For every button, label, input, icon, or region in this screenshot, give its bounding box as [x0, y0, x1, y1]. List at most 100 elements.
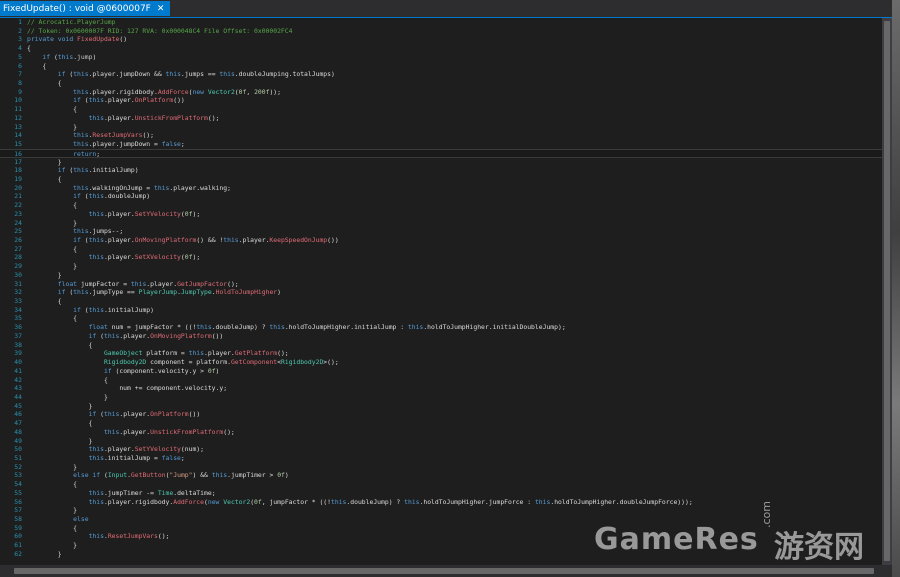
- code-line[interactable]: 43 num += component.velocity.y;: [0, 384, 882, 393]
- code-token: "Jump": [169, 471, 193, 480]
- code-line[interactable]: 8 {: [0, 79, 882, 88]
- code-line[interactable]: 57 }: [0, 506, 882, 515]
- code-line[interactable]: 18 if (this.initialJump): [0, 166, 882, 175]
- code-line[interactable]: 36 float num = jumpFactor * ((!this.doub…: [0, 323, 882, 332]
- code-line[interactable]: 27 {: [0, 245, 882, 254]
- code-token: ;: [180, 140, 185, 149]
- code-line[interactable]: 15 this.player.jumpDown = false;: [0, 140, 882, 149]
- code-line[interactable]: 55 this.jumpTimer -= Time.deltaTime;: [0, 489, 882, 498]
- code-line[interactable]: 46 if (this.player.OnPlatform()): [0, 410, 882, 419]
- code-line[interactable]: 50 this.player.SetYVelocity(num);: [0, 445, 882, 454]
- code-line[interactable]: 34 if (this.initialJump): [0, 306, 882, 315]
- code-line[interactable]: 28 this.player.SetXVelocity(0f);: [0, 253, 882, 262]
- horizontal-scrollbar[interactable]: [0, 565, 892, 577]
- code-line[interactable]: 33 {: [0, 297, 882, 306]
- code-token: this: [331, 497, 347, 506]
- code-line[interactable]: 24 }: [0, 219, 882, 228]
- code-token: {: [27, 244, 78, 253]
- line-number: 8: [18, 79, 22, 88]
- vertical-scrollbar[interactable]: [882, 18, 892, 565]
- code-line[interactable]: 48 this.player.UnstickFromPlatform();: [0, 428, 882, 437]
- code-line[interactable]: 35 {: [0, 314, 882, 323]
- code-token: this: [534, 497, 551, 506]
- code-token: .doubleJump) ?: [211, 323, 270, 332]
- code-line[interactable]: 20 this.walkingOnJump = this.player.walk…: [0, 184, 882, 193]
- line-number: 31: [14, 279, 22, 288]
- code-line[interactable]: 21 if (this.doubleJump): [0, 192, 882, 201]
- code-line[interactable]: 19 {: [0, 175, 882, 184]
- code-line[interactable]: 23 this.player.SetYVelocity(0f);: [0, 210, 882, 219]
- code-text: {: [27, 201, 77, 210]
- code-line[interactable]: 29 }: [0, 262, 882, 271]
- code-token: }: [27, 462, 78, 471]
- code-text: private void FixedUpdate(): [27, 35, 127, 44]
- code-line[interactable]: 7 if (this.player.jumpDown && this.jumps…: [0, 70, 882, 79]
- code-line[interactable]: 38 {: [0, 341, 882, 350]
- code-token: .player.rigidbody.: [103, 497, 174, 506]
- line-number: 34: [14, 305, 22, 314]
- code-line[interactable]: 2 // Token: 0x0600007F RID: 127 RVA: 0x00…: [0, 27, 882, 36]
- code-line[interactable]: 25 this.jumps--;: [0, 227, 882, 236]
- code-line[interactable]: 14 this.ResetJumpVars();: [0, 131, 882, 140]
- code-line[interactable]: 41 if (component.velocity.y > 0f): [0, 367, 882, 376]
- code-line[interactable]: 11 {: [0, 105, 882, 114]
- code-line[interactable]: 31 float jumpFactor = this.player.GetJum…: [0, 280, 882, 289]
- code-line[interactable]: 5 if (this.jump): [0, 53, 882, 62]
- code-editor[interactable]: 1 // Acrocatic.PlayerJump 2 // Token: 0x060…: [0, 18, 882, 565]
- code-token: ()): [211, 331, 224, 340]
- code-line[interactable]: 17 }: [0, 158, 882, 167]
- code-token: .jumpTimer -=: [103, 488, 158, 497]
- code-token: PlayerJump: [138, 288, 178, 297]
- code-line[interactable]: 47 {: [0, 419, 882, 428]
- code-text: {: [27, 245, 77, 254]
- code-line[interactable]: 12 this.player.UnstickFromPlatform();: [0, 114, 882, 123]
- vertical-scrollbar-thumb[interactable]: [884, 21, 890, 561]
- code-line[interactable]: 54 {: [0, 480, 882, 489]
- code-token: AddForce: [157, 87, 189, 96]
- code-line[interactable]: 16 return;: [0, 148, 882, 158]
- code-token: {: [27, 314, 78, 323]
- code-line[interactable]: 4{: [0, 44, 882, 53]
- code-line[interactable]: 45 }: [0, 402, 882, 411]
- horizontal-scrollbar-thumb[interactable]: [14, 568, 874, 574]
- line-number: 32: [14, 288, 22, 297]
- code-text: }: [27, 437, 93, 446]
- code-line[interactable]: 40 Rigidbody2D component = platform.GetC…: [0, 358, 882, 367]
- code-token: ();: [227, 279, 239, 288]
- code-token: );: [192, 253, 201, 262]
- code-line[interactable]: 1 // Acrocatic.PlayerJump: [0, 18, 882, 27]
- code-line[interactable]: 30 }: [0, 271, 882, 280]
- code-token: }: [27, 506, 78, 515]
- code-token: if: [42, 52, 54, 61]
- code-line[interactable]: 26 if (this.player.OnMovingPlatform() &&…: [0, 236, 882, 245]
- code-line[interactable]: 9 this.player.rigidbody.AddForce(new Vec…: [0, 88, 882, 97]
- code-token: .player.: [103, 113, 135, 122]
- code-line[interactable]: 49 }: [0, 437, 882, 446]
- code-line[interactable]: 51 this.initialJump = false;: [0, 454, 882, 463]
- code-line[interactable]: 32 if (this.jumpType == PlayerJump.JumpT…: [0, 288, 882, 297]
- code-line[interactable]: 3 private void FixedUpdate(): [0, 35, 882, 44]
- code-line[interactable]: 39 GameObject platform = this.player.Get…: [0, 349, 882, 358]
- code-token: if: [88, 331, 101, 340]
- code-line[interactable]: 44 }: [0, 393, 882, 402]
- code-token: this: [88, 209, 104, 218]
- code-line[interactable]: 53 else if (Input.GetButton("Jump") && t…: [0, 471, 882, 480]
- line-number: 55: [14, 488, 22, 497]
- code-line[interactable]: 52 }: [0, 463, 882, 472]
- code-line[interactable]: 13 }: [0, 123, 882, 132]
- code-line[interactable]: 22 {: [0, 201, 882, 210]
- close-icon[interactable]: ✕: [157, 4, 165, 14]
- code-line[interactable]: 56 this.player.rigidbody.AddForce(new Ve…: [0, 498, 882, 507]
- tab-fixedupdate[interactable]: FixedUpdate() : void @0600007F ✕: [0, 1, 171, 16]
- code-line[interactable]: 6 {: [0, 62, 882, 71]
- code-token: }: [27, 157, 62, 166]
- code-line[interactable]: 10 if (this.player.OnPlatform()): [0, 96, 882, 105]
- code-line[interactable]: 37 if (this.player.OnMovingPlatform()): [0, 332, 882, 341]
- code-text: this.jumpTimer -= Time.deltaTime;: [27, 489, 216, 498]
- code-line[interactable]: 42 {: [0, 376, 882, 385]
- line-number: 20: [14, 183, 22, 192]
